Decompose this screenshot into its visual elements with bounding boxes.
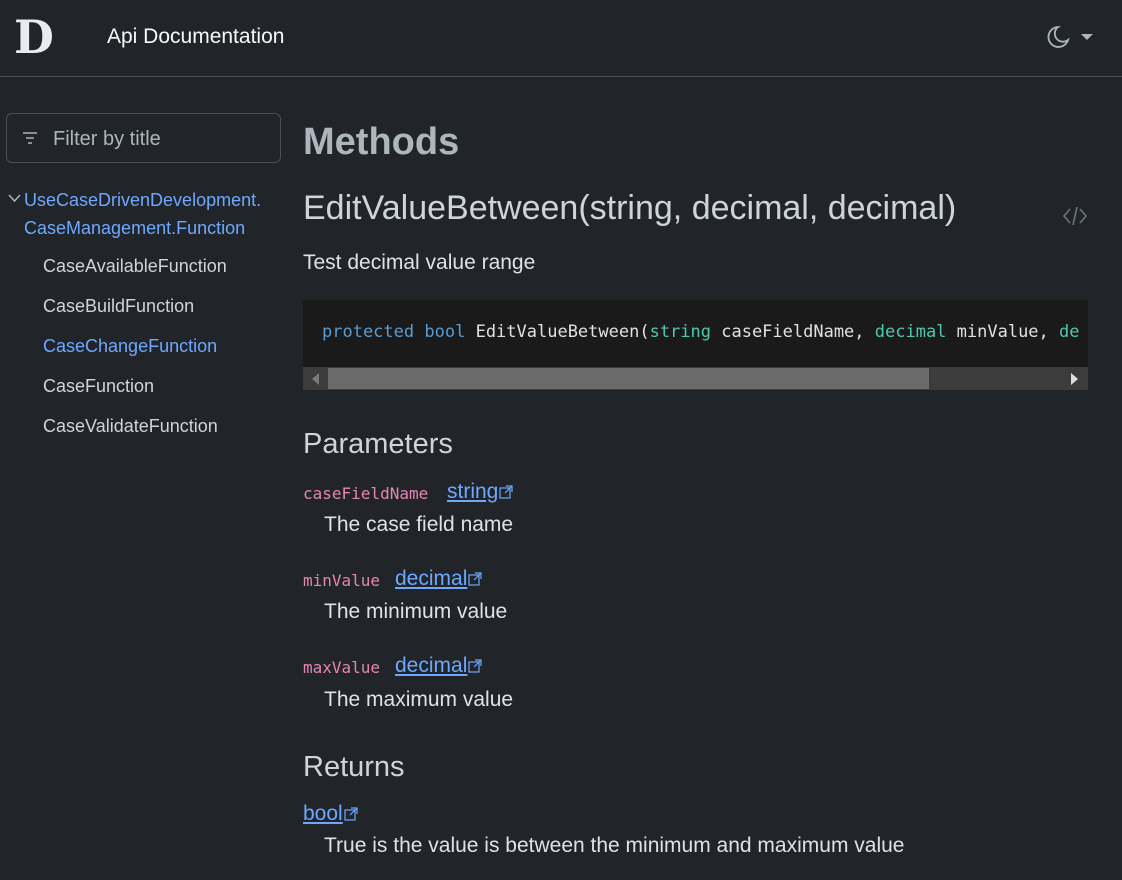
moon-icon <box>1047 25 1070 48</box>
tree-namespace-label: UseCaseDrivenDevelopment. CaseManagement… <box>24 190 262 238</box>
external-link-icon <box>468 659 482 674</box>
external-link-icon <box>344 807 358 822</box>
scrollbar-thumb[interactable] <box>328 368 929 389</box>
method-summary: Test decimal value range <box>303 251 536 274</box>
param-name: maxValue <box>303 658 381 677</box>
return-type-link[interactable]: bool <box>303 802 358 826</box>
top-navbar: D Api Documentation <box>0 0 1122 77</box>
method-signature: protected bool EditValueBetween(string c… <box>322 322 1080 342</box>
logo-letter: D <box>14 10 54 64</box>
brand-logo[interactable]: D <box>14 10 54 64</box>
filter-input[interactable] <box>51 125 275 153</box>
code-modifier: protected <box>322 322 415 342</box>
code-param2-name: minValue, <box>946 322 1060 342</box>
chevron-down-icon <box>1081 34 1093 40</box>
return-description: True is the value is between the minimum… <box>324 834 905 857</box>
param-description: The minimum value <box>324 600 508 623</box>
sidebar-item-case-available-function[interactable]: CaseAvailableFunction <box>43 256 227 277</box>
param-type-link[interactable]: string <box>447 480 513 504</box>
param-type-link[interactable]: decimal <box>395 567 482 591</box>
scroll-left-arrow-icon[interactable] <box>312 373 319 385</box>
returns-heading: Returns <box>303 751 405 783</box>
sidebar-item-case-change-function[interactable]: CaseChangeFunction <box>43 336 217 357</box>
sidebar-item-case-function[interactable]: CaseFunction <box>43 376 154 397</box>
param-description: The maximum value <box>324 688 514 711</box>
code-icon[interactable] <box>1062 205 1088 227</box>
theme-toggle-button[interactable] <box>1044 22 1098 54</box>
external-link-icon <box>499 485 513 500</box>
sidebar-item-case-build-function[interactable]: CaseBuildFunction <box>43 296 194 317</box>
sidebar-item-case-validate-function[interactable]: CaseValidateFunction <box>43 416 218 437</box>
filter-icon <box>23 132 37 144</box>
method-title: EditValueBetween(string, decimal, decima… <box>303 189 957 227</box>
code-param1-type: string <box>649 322 711 342</box>
param-type-link[interactable]: decimal <box>395 654 482 678</box>
scroll-right-arrow-icon[interactable] <box>1071 373 1078 385</box>
horizontal-scrollbar[interactable] <box>303 367 1088 390</box>
code-block: protected bool EditValueBetween(string c… <box>303 300 1088 390</box>
code-param2-type: decimal <box>874 322 947 342</box>
app-title[interactable]: Api Documentation <box>107 25 284 49</box>
param-name: caseFieldName <box>303 484 429 503</box>
external-link-icon <box>468 572 482 587</box>
code-param3-type: de <box>1059 322 1080 342</box>
page-section-title: Methods <box>303 121 460 163</box>
filter-box <box>6 113 281 163</box>
code-param1-name: caseFieldName, <box>711 322 875 342</box>
chevron-down-icon <box>8 194 21 203</box>
parameters-heading: Parameters <box>303 428 453 460</box>
param-name: minValue <box>303 571 381 590</box>
param-description: The case field name <box>324 513 514 536</box>
code-method-name: EditValueBetween( <box>475 322 650 342</box>
code-return-type: bool <box>424 322 466 342</box>
